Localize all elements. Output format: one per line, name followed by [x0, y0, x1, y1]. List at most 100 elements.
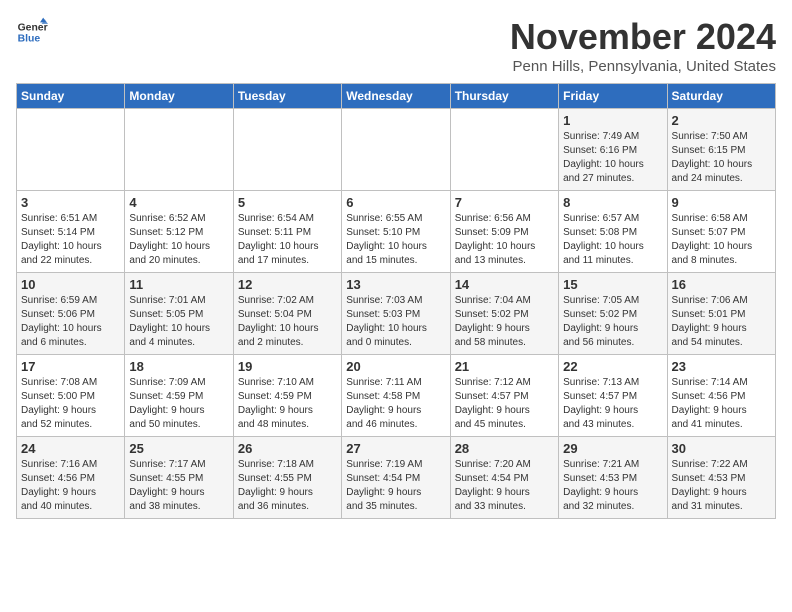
day-info: Sunrise: 7:03 AM Sunset: 5:03 PM Dayligh… — [346, 294, 445, 350]
calendar-cell: 13 Sunrise: 7:03 AM Sunset: 5:03 PM Dayli… — [342, 273, 450, 355]
calendar-cell: 4 Sunrise: 6:52 AM Sunset: 5:12 PM Daylig… — [125, 191, 233, 273]
weekday-header-sunday: Sunday — [17, 84, 125, 109]
calendar-cell: 26 Sunrise: 7:18 AM Sunset: 4:55 PM Dayli… — [233, 437, 341, 519]
location-title: Penn Hills, Pennsylvania, United States — [510, 58, 776, 75]
weekday-header-monday: Monday — [125, 84, 233, 109]
day-number: 24 — [21, 441, 120, 456]
calendar-cell: 16Sunrise: 7:06 AM Sunset: 5:01 PM Dayli… — [667, 273, 775, 355]
weekday-header-row: SundayMondayTuesdayWednesdayThursdayFrid… — [17, 84, 776, 109]
day-info: Sunrise: 7:01 AM Sunset: 5:05 PM Dayligh… — [129, 294, 228, 350]
day-info: Sunrise: 7:09 AM Sunset: 4:59 PM Dayligh… — [129, 376, 228, 432]
calendar-cell: 7Sunrise: 6:56 AM Sunset: 5:09 PM Daylig… — [450, 191, 558, 273]
day-info: Sunrise: 7:05 AM Sunset: 5:02 PM Dayligh… — [563, 294, 662, 350]
calendar-cell: 12 Sunrise: 7:02 AM Sunset: 5:04 PM Dayli… — [233, 273, 341, 355]
day-number: 19 — [238, 359, 337, 374]
calendar-cell: 15 Sunrise: 7:05 AM Sunset: 5:02 PM Dayli… — [559, 273, 667, 355]
day-info: Sunrise: 7:04 AM Sunset: 5:02 PM Dayligh… — [455, 294, 554, 350]
calendar-cell — [17, 109, 125, 191]
calendar-cell: 21Sunrise: 7:12 AM Sunset: 4:57 PM Dayli… — [450, 355, 558, 437]
day-number: 20 — [346, 359, 445, 374]
day-number: 9 — [672, 195, 771, 210]
day-info: Sunrise: 7:17 AM Sunset: 4:55 PM Dayligh… — [129, 458, 228, 514]
calendar-week-3: 10Sunrise: 6:59 AM Sunset: 5:06 PM Dayli… — [17, 273, 776, 355]
day-number: 12 — [238, 277, 337, 292]
day-info: Sunrise: 6:54 AM Sunset: 5:11 PM Dayligh… — [238, 212, 337, 268]
calendar-week-4: 17 Sunrise: 7:08 AM Sunset: 5:00 PM Dayli… — [17, 355, 776, 437]
day-number: 29 — [563, 441, 662, 456]
day-number: 14 — [455, 277, 554, 292]
calendar-cell: 22 Sunrise: 7:13 AM Sunset: 4:57 PM Dayli… — [559, 355, 667, 437]
day-info: Sunrise: 7:22 AM Sunset: 4:53 PM Dayligh… — [672, 458, 771, 514]
day-number: 2 — [672, 113, 771, 128]
day-number: 1 — [563, 113, 662, 128]
day-number: 27 — [346, 441, 445, 456]
calendar-week-1: 1Sunrise: 7:49 AM Sunset: 6:16 PM Daylig… — [17, 109, 776, 191]
day-info: Sunrise: 7:08 AM Sunset: 5:00 PM Dayligh… — [21, 376, 120, 432]
day-number: 28 — [455, 441, 554, 456]
weekday-header-saturday: Saturday — [667, 84, 775, 109]
calendar-cell: 11Sunrise: 7:01 AM Sunset: 5:05 PM Dayli… — [125, 273, 233, 355]
weekday-header-wednesday: Wednesday — [342, 84, 450, 109]
day-number: 17 — [21, 359, 120, 374]
day-info: Sunrise: 6:57 AM Sunset: 5:08 PM Dayligh… — [563, 212, 662, 268]
day-info: Sunrise: 6:52 AM Sunset: 5:12 PM Dayligh… — [129, 212, 228, 268]
day-info: Sunrise: 7:13 AM Sunset: 4:57 PM Dayligh… — [563, 376, 662, 432]
day-number: 8 — [563, 195, 662, 210]
day-info: Sunrise: 7:10 AM Sunset: 4:59 PM Dayligh… — [238, 376, 337, 432]
calendar-week-2: 3 Sunrise: 6:51 AM Sunset: 5:14 PM Daylig… — [17, 191, 776, 273]
day-number: 3 — [21, 195, 120, 210]
day-number: 5 — [238, 195, 337, 210]
day-number: 6 — [346, 195, 445, 210]
weekday-header-friday: Friday — [559, 84, 667, 109]
calendar-table: SundayMondayTuesdayWednesdayThursdayFrid… — [16, 83, 776, 519]
day-number: 22 — [563, 359, 662, 374]
calendar-week-5: 24Sunrise: 7:16 AM Sunset: 4:56 PM Dayli… — [17, 437, 776, 519]
day-number: 23 — [672, 359, 771, 374]
day-info: Sunrise: 7:19 AM Sunset: 4:54 PM Dayligh… — [346, 458, 445, 514]
calendar-cell: 3 Sunrise: 6:51 AM Sunset: 5:14 PM Daylig… — [17, 191, 125, 273]
day-info: Sunrise: 7:50 AM Sunset: 6:15 PM Dayligh… — [672, 130, 771, 186]
day-number: 26 — [238, 441, 337, 456]
calendar-cell: 1Sunrise: 7:49 AM Sunset: 6:16 PM Daylig… — [559, 109, 667, 191]
calendar-cell: 5 Sunrise: 6:54 AM Sunset: 5:11 PM Daylig… — [233, 191, 341, 273]
calendar-cell: 2 Sunrise: 7:50 AM Sunset: 6:15 PM Daylig… — [667, 109, 775, 191]
calendar-cell: 9 Sunrise: 6:58 AM Sunset: 5:07 PM Daylig… — [667, 191, 775, 273]
title-area: November 2024 Penn Hills, Pennsylvania, … — [510, 16, 776, 75]
calendar-cell: 8 Sunrise: 6:57 AM Sunset: 5:08 PM Daylig… — [559, 191, 667, 273]
logo-icon: General Blue — [16, 16, 48, 48]
logo: General Blue — [16, 16, 48, 48]
day-info: Sunrise: 7:06 AM Sunset: 5:01 PM Dayligh… — [672, 294, 771, 350]
day-number: 4 — [129, 195, 228, 210]
day-info: Sunrise: 7:11 AM Sunset: 4:58 PM Dayligh… — [346, 376, 445, 432]
day-info: Sunrise: 7:02 AM Sunset: 5:04 PM Dayligh… — [238, 294, 337, 350]
day-info: Sunrise: 7:21 AM Sunset: 4:53 PM Dayligh… — [563, 458, 662, 514]
calendar-cell: 17 Sunrise: 7:08 AM Sunset: 5:00 PM Dayli… — [17, 355, 125, 437]
day-info: Sunrise: 6:58 AM Sunset: 5:07 PM Dayligh… — [672, 212, 771, 268]
svg-text:General: General — [18, 22, 48, 33]
header: General Blue November 2024 Penn Hills, P… — [16, 16, 776, 75]
day-number: 10 — [21, 277, 120, 292]
calendar-cell — [450, 109, 558, 191]
calendar-cell: 24Sunrise: 7:16 AM Sunset: 4:56 PM Dayli… — [17, 437, 125, 519]
day-info: Sunrise: 7:14 AM Sunset: 4:56 PM Dayligh… — [672, 376, 771, 432]
day-number: 7 — [455, 195, 554, 210]
month-title: November 2024 — [510, 16, 776, 58]
calendar-cell: 27 Sunrise: 7:19 AM Sunset: 4:54 PM Dayli… — [342, 437, 450, 519]
calendar-cell: 29 Sunrise: 7:21 AM Sunset: 4:53 PM Dayli… — [559, 437, 667, 519]
calendar-cell: 10Sunrise: 6:59 AM Sunset: 5:06 PM Dayli… — [17, 273, 125, 355]
svg-text:Blue: Blue — [18, 34, 41, 45]
day-number: 15 — [563, 277, 662, 292]
calendar-cell: 18Sunrise: 7:09 AM Sunset: 4:59 PM Dayli… — [125, 355, 233, 437]
calendar-cell: 14 Sunrise: 7:04 AM Sunset: 5:02 PM Dayli… — [450, 273, 558, 355]
calendar-cell: 30Sunrise: 7:22 AM Sunset: 4:53 PM Dayli… — [667, 437, 775, 519]
weekday-header-tuesday: Tuesday — [233, 84, 341, 109]
calendar-cell: 23 Sunrise: 7:14 AM Sunset: 4:56 PM Dayli… — [667, 355, 775, 437]
calendar-cell — [342, 109, 450, 191]
calendar-cell: 19 Sunrise: 7:10 AM Sunset: 4:59 PM Dayli… — [233, 355, 341, 437]
calendar-cell: 6Sunrise: 6:55 AM Sunset: 5:10 PM Daylig… — [342, 191, 450, 273]
day-number: 25 — [129, 441, 228, 456]
day-info: Sunrise: 6:51 AM Sunset: 5:14 PM Dayligh… — [21, 212, 120, 268]
calendar-cell: 28Sunrise: 7:20 AM Sunset: 4:54 PM Dayli… — [450, 437, 558, 519]
day-info: Sunrise: 7:18 AM Sunset: 4:55 PM Dayligh… — [238, 458, 337, 514]
day-number: 13 — [346, 277, 445, 292]
